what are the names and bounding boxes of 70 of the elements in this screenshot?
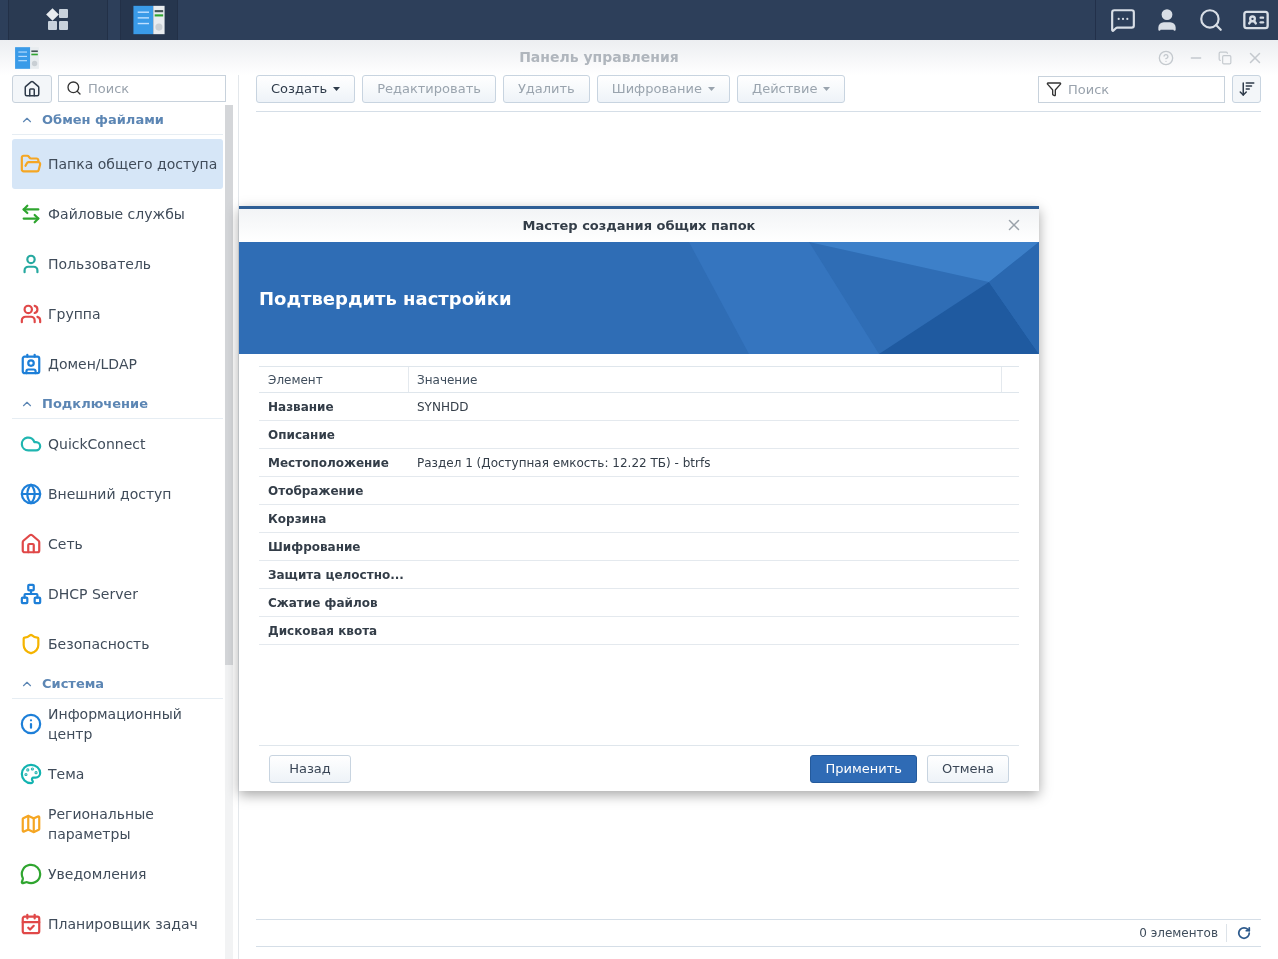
item-count: 0 элементов <box>1139 924 1227 942</box>
sidebar-item[interactable]: QuickConnect <box>12 419 223 469</box>
sidebar-item[interactable]: Группа <box>12 289 223 339</box>
table-cell-text: Дисковая квота <box>267 622 379 640</box>
section-header[interactable]: Обмен файлами <box>12 105 223 135</box>
sidebar-item-icon <box>20 813 42 835</box>
sidebar-item-icon <box>20 583 42 605</box>
sidebar-item-icon <box>20 433 42 455</box>
table-cell-text: Описание <box>267 426 336 444</box>
sidebar-item[interactable]: Папка общего доступа <box>12 139 223 189</box>
search-field[interactable]: Поиск <box>58 75 226 102</box>
toolbar-button[interactable]: Создать <box>256 75 356 103</box>
window-title: Панель управления <box>518 48 680 67</box>
sidebar-item-icon <box>20 713 42 735</box>
table-cell-text: Защита целостно... <box>267 566 405 584</box>
table-cell-text: Местоположение <box>267 454 390 472</box>
filter-icon <box>1046 80 1062 97</box>
filter-search-field[interactable]: Поиск <box>1038 75 1225 103</box>
sidebar-item-icon <box>20 863 42 885</box>
dialog-heading: Подтвердить настройки <box>259 286 512 311</box>
table-cell-text: Название <box>267 398 335 416</box>
table-cell-text: Отображение <box>267 482 365 500</box>
taskbar-app-button[interactable] <box>120 0 178 40</box>
sidebar-item-icon <box>20 763 42 785</box>
table-cell-text: Сжатие файлов <box>267 594 379 612</box>
column-header: Элемент <box>259 367 409 392</box>
sidebar-item-icon <box>20 353 42 375</box>
control-panel-icon <box>14 44 40 71</box>
dialog-title: Мастер создания общих папок <box>522 216 756 235</box>
sidebar-item-icon <box>20 253 42 275</box>
sidebar-item[interactable]: Региональные параметры <box>12 799 223 849</box>
grid-icon <box>46 8 70 32</box>
refresh-icon[interactable] <box>1237 926 1251 940</box>
sidebar-item[interactable]: Внешний доступ <box>12 469 223 519</box>
sidebar-item[interactable]: Тема <box>12 749 223 799</box>
sort-button[interactable] <box>1232 75 1261 103</box>
sidebar-item[interactable]: Планировщик задач <box>12 899 223 949</box>
sidebar-item-icon <box>20 913 42 935</box>
sidebar-item-icon <box>20 153 42 175</box>
sidebar-item[interactable]: Информационный центр <box>12 699 223 749</box>
dialog-button[interactable]: Применить <box>810 754 917 783</box>
search-icon <box>66 80 82 96</box>
sidebar-item-icon <box>20 203 42 225</box>
sidebar-item-icon <box>20 303 42 325</box>
section-header[interactable]: Подключение <box>12 389 223 419</box>
sidebar-item-icon <box>20 483 42 505</box>
table-cell-text: SYNHDD <box>416 398 470 416</box>
control-panel-icon <box>132 3 166 37</box>
sort-icon <box>1237 80 1256 98</box>
chat-icon[interactable] <box>1110 7 1136 33</box>
dialog-button[interactable]: Отмена <box>926 754 1009 783</box>
main-menu-button[interactable] <box>8 0 108 40</box>
sidebar-item[interactable]: Уведомления <box>12 849 223 899</box>
home-button[interactable] <box>12 75 52 103</box>
sidebar-item[interactable]: DHCP Server <box>12 569 223 619</box>
section-header[interactable]: Система <box>12 669 223 699</box>
table-cell-text: Раздел 1 (Доступная емкость: 12.22 ТБ) - btrfs <box>416 454 712 472</box>
dialog-button[interactable]: Назад <box>269 754 351 783</box>
sidebar-item[interactable]: Домен/LDAP <box>12 339 223 389</box>
sidebar-item[interactable]: Сеть <box>12 519 223 569</box>
sidebar-item[interactable]: Безопасность <box>12 619 223 669</box>
sidebar-item[interactable]: Файловые службы <box>12 189 223 239</box>
search-icon[interactable] <box>1198 7 1224 33</box>
home-icon <box>23 80 41 98</box>
sidebar-item[interactable]: Пользователь <box>12 239 223 289</box>
table-cell-text: Шифрование <box>267 538 362 556</box>
sidebar-item-icon <box>20 533 42 555</box>
column-header: Значение <box>409 367 1002 392</box>
sidebar-item-icon <box>20 633 42 655</box>
table-cell-text: Корзина <box>267 510 328 528</box>
